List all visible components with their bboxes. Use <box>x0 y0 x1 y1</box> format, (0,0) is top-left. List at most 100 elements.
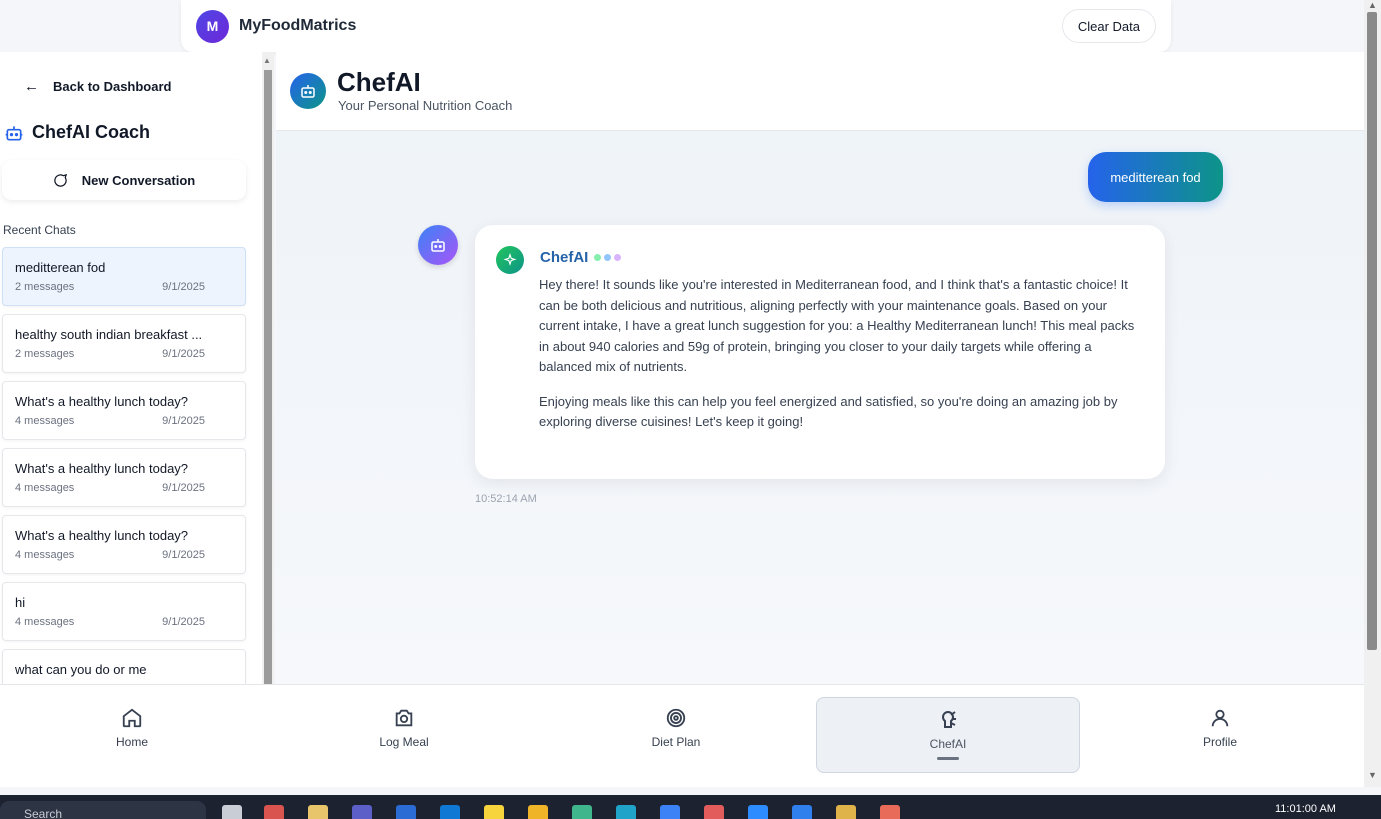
nav-diet-plan[interactable]: Diet Plan <box>544 685 808 788</box>
word-icon[interactable] <box>396 805 416 819</box>
chat-item[interactable]: hi 4 messages 9/1/2025 <box>2 582 246 641</box>
chat-item[interactable]: What's a healthy lunch today? 4 messages… <box>2 515 246 574</box>
dot <box>614 254 621 261</box>
home-icon <box>122 708 142 728</box>
arrow-left-icon: ← <box>24 78 39 95</box>
zoom-icon[interactable] <box>748 805 768 819</box>
user-message-bubble: meditterean fod <box>1088 152 1223 202</box>
new-conversation-label: New Conversation <box>81 172 196 188</box>
chat-message-count: 4 messages <box>15 549 75 561</box>
chat-item[interactable]: what can you do or me <box>2 649 246 684</box>
chat-title: What's a healthy lunch today? <box>15 528 189 543</box>
ai-message-text: Hey there! It sounds like you're interes… <box>539 275 1145 447</box>
camera-icon <box>395 709 413 727</box>
scroll-up-icon[interactable]: ▲ <box>1368 0 1377 10</box>
back-to-dashboard-link[interactable]: ← Back to Dashboard <box>24 78 171 95</box>
chat-item[interactable]: What's a healthy lunch today? 4 messages… <box>2 448 246 507</box>
chat-date: 9/1/2025 <box>162 348 205 360</box>
chat-date: 9/1/2025 <box>162 415 205 427</box>
sidebar-scrollbar[interactable]: ▲ <box>262 52 274 684</box>
chat-message-count: 4 messages <box>15 482 75 494</box>
scroll-down-icon[interactable]: ▼ <box>1368 770 1377 780</box>
app-icon[interactable] <box>704 805 724 819</box>
ai-message-card: ChefAI Hey there! It sounds like you're … <box>475 225 1165 479</box>
bot-icon <box>301 85 315 98</box>
vscode-icon[interactable] <box>792 805 812 819</box>
chat-title: meditterean fod <box>15 260 106 275</box>
nav-profile-label: Profile <box>1202 735 1237 749</box>
teams-icon[interactable] <box>352 805 372 819</box>
recent-chats-heading: Recent Chats <box>3 223 76 237</box>
message-timestamp: 10:52:14 AM <box>475 493 537 505</box>
recent-chats-list: meditterean fod 2 messages 9/1/2025 healt… <box>2 247 246 684</box>
chat-title: hi <box>15 595 26 610</box>
nav-home[interactable]: Home <box>0 685 264 788</box>
chat-message-count: 2 messages <box>15 348 75 360</box>
taskbar-clock[interactable]: 11:01:00 AM <box>1275 803 1336 815</box>
bot-icon <box>431 239 445 252</box>
back-link-label: Back to Dashboard <box>53 79 172 94</box>
sidebar: ← Back to Dashboard ChefAI Coach New Con… <box>0 52 262 684</box>
nav-log-meal[interactable]: Log Meal <box>272 685 536 788</box>
nav-home-label: Home <box>115 735 148 749</box>
taskbar-search[interactable]: Search <box>0 801 206 819</box>
sidebar-title: ChefAI Coach <box>4 122 150 143</box>
app-logo: M <box>196 9 229 43</box>
search-app-icon[interactable] <box>660 805 680 819</box>
ai-sender-name: ChefAI <box>540 249 589 266</box>
typing-dots <box>594 254 624 261</box>
chefai-avatar <box>290 73 326 109</box>
dot <box>594 254 601 261</box>
taskview-icon[interactable] <box>222 805 242 819</box>
scroll-up-icon[interactable]: ▲ <box>263 56 271 65</box>
sidebar-title-label: ChefAI Coach <box>32 122 151 142</box>
bot-icon <box>5 125 23 140</box>
ai-message-avatar <box>418 225 458 265</box>
notepad-icon[interactable] <box>308 805 328 819</box>
page-subtitle: Your Personal Nutrition Coach <box>338 98 513 113</box>
chat-item[interactable]: meditterean fod 2 messages 9/1/2025 <box>2 247 246 306</box>
new-conversation-button[interactable]: New Conversation <box>2 160 246 200</box>
file-explorer-icon[interactable] <box>528 805 548 819</box>
app-icon[interactable] <box>572 805 592 819</box>
nav-chefai[interactable]: ChefAI <box>816 697 1080 773</box>
edge-icon[interactable] <box>616 805 636 819</box>
clear-data-button[interactable]: Clear Data <box>1061 9 1156 43</box>
chat-panel: ChefAI Your Personal Nutrition Coach med… <box>276 52 1364 684</box>
nav-diet-plan-label: Diet Plan <box>651 735 701 749</box>
outlook-icon[interactable] <box>440 805 460 819</box>
nav-chefai-label: ChefAI <box>929 737 967 751</box>
dot <box>604 254 611 261</box>
sidebar-scroll-thumb[interactable] <box>264 70 272 684</box>
chef-icon <box>942 711 956 728</box>
top-header: M MyFoodMatrics Clear Data <box>181 0 1171 52</box>
chat-message-count: 4 messages <box>15 616 75 628</box>
target-icon <box>666 708 686 728</box>
nav-log-meal-label: Log Meal <box>379 735 429 749</box>
sparkle-icon <box>496 246 524 274</box>
sticky-notes-icon[interactable] <box>484 805 504 819</box>
chat-header: ChefAI Your Personal Nutrition Coach <box>276 52 1364 131</box>
chat-date: 9/1/2025 <box>162 616 205 628</box>
ai-paragraph: Enjoying meals like this can help you fe… <box>539 393 1118 430</box>
page-scroll-thumb[interactable] <box>1367 12 1377 650</box>
chat-date: 9/1/2025 <box>162 281 205 293</box>
chat-date: 9/1/2025 <box>162 549 205 561</box>
store-icon[interactable] <box>264 805 284 819</box>
nav-profile[interactable]: Profile <box>1088 685 1352 788</box>
chrome-icon[interactable] <box>880 805 900 819</box>
chrome-icon[interactable] <box>836 805 856 819</box>
chat-item[interactable]: healthy south indian breakfast ... 2 mes… <box>2 314 246 373</box>
chat-item[interactable]: What's a healthy lunch today? 4 messages… <box>2 381 246 440</box>
page-title: ChefAI <box>337 67 421 97</box>
ai-paragraph: Hey there! It sounds like you're interes… <box>539 277 1135 374</box>
chat-message-count: 2 messages <box>15 281 75 293</box>
os-taskbar: Search 11:01:00 AM <box>0 795 1381 819</box>
chat-title: healthy south indian breakfast ... <box>15 327 203 342</box>
user-icon <box>1211 709 1229 727</box>
chat-title: what can you do or me <box>15 662 147 677</box>
chat-message-count: 4 messages <box>15 415 75 427</box>
chat-title: What's a healthy lunch today? <box>15 394 189 409</box>
app-title: MyFoodMatrics <box>239 17 357 34</box>
page-scrollbar[interactable]: ▲ ▼ <box>1364 0 1381 787</box>
